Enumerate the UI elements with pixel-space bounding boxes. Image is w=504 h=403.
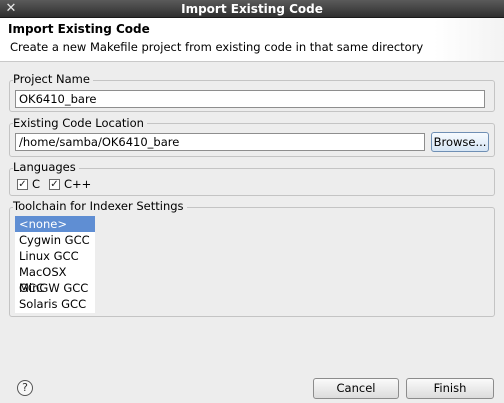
languages-label: Languages <box>13 160 79 174</box>
toolchain-item-macosx[interactable]: MacOSX GCC <box>15 264 95 295</box>
project-name-label: Project Name <box>13 72 93 86</box>
header-banner <box>434 18 504 61</box>
toolchain-item-cygwin[interactable]: Cygwin GCC <box>15 232 95 248</box>
code-location-input[interactable]: /home/samba/OK6410_bare <box>15 133 425 151</box>
c-checkbox-label: C <box>32 177 41 191</box>
browse-button[interactable]: Browse... <box>431 132 489 152</box>
c-checkbox[interactable]: ✓ <box>17 179 28 190</box>
finish-button[interactable]: Finish <box>406 378 494 399</box>
project-name-input[interactable]: OK6410_bare <box>15 90 485 108</box>
title-bar: ✕ Import Existing Code <box>0 0 504 18</box>
toolchain-label: Toolchain for Indexer Settings <box>13 199 187 213</box>
toolchain-list[interactable]: <none> Cygwin GCC Linux GCC MacOSX GCC M… <box>15 216 95 313</box>
toolchain-item-mingw[interactable]: MinGW GCC <box>15 280 95 296</box>
code-location-label: Existing Code Location <box>13 116 147 130</box>
cpp-checkbox[interactable]: ✓ <box>49 179 60 190</box>
wizard-header: Import Existing Code Create a new Makefi… <box>0 18 504 62</box>
toolchain-item-solaris[interactable]: Solaris GCC <box>15 296 95 312</box>
toolchain-item-none[interactable]: <none> <box>15 216 95 232</box>
help-icon[interactable]: ? <box>17 380 33 396</box>
cancel-button[interactable]: Cancel <box>313 378 399 399</box>
page-description: Create a new Makefile project from exist… <box>10 40 424 54</box>
window-title: Import Existing Code <box>181 2 323 16</box>
cpp-checkbox-label: C++ <box>64 177 92 191</box>
page-title: Import Existing Code <box>8 22 150 36</box>
toolchain-item-linux[interactable]: Linux GCC <box>15 248 95 264</box>
